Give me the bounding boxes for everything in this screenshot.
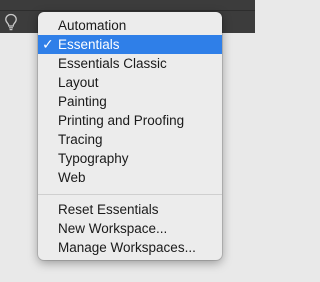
menu-item-layout[interactable]: Layout — [38, 73, 222, 92]
workspace-dropdown-menu: Automation ✓ Essentials Essentials Class… — [38, 12, 222, 260]
menu-item-painting[interactable]: Painting — [38, 92, 222, 111]
menu-item-label: Typography — [58, 151, 129, 166]
checkmark-icon: ✓ — [42, 36, 54, 52]
menu-item-essentials[interactable]: ✓ Essentials — [38, 35, 222, 54]
menu-item-label: Manage Workspaces... — [58, 240, 196, 255]
menu-item-label: Automation — [58, 18, 127, 33]
menu-item-new-workspace[interactable]: New Workspace... — [38, 219, 222, 238]
menu-item-essentials-classic[interactable]: Essentials Classic — [38, 54, 222, 73]
menu-item-label: Layout — [58, 75, 99, 90]
menu-item-tracing[interactable]: Tracing — [38, 130, 222, 149]
menu-item-label: Essentials — [58, 37, 120, 52]
menu-item-label: Web — [58, 170, 86, 185]
menu-item-web[interactable]: Web — [38, 168, 222, 187]
menu-item-printing-and-proofing[interactable]: Printing and Proofing — [38, 111, 222, 130]
menu-item-typography[interactable]: Typography — [38, 149, 222, 168]
menu-item-automation[interactable]: Automation — [38, 16, 222, 35]
menu-separator — [38, 194, 222, 195]
menu-item-label: Reset Essentials — [58, 202, 159, 217]
menu-item-reset-essentials[interactable]: Reset Essentials — [38, 200, 222, 219]
menu-item-label: Tracing — [58, 132, 103, 147]
menu-item-label: Printing and Proofing — [58, 113, 185, 128]
menu-item-label: Painting — [58, 94, 107, 109]
toolbar-divider — [0, 10, 255, 11]
menu-item-label: Essentials Classic — [58, 56, 167, 71]
menu-item-label: New Workspace... — [58, 221, 168, 236]
menu-item-manage-workspaces[interactable]: Manage Workspaces... — [38, 238, 222, 257]
lightbulb-icon[interactable] — [3, 13, 19, 31]
